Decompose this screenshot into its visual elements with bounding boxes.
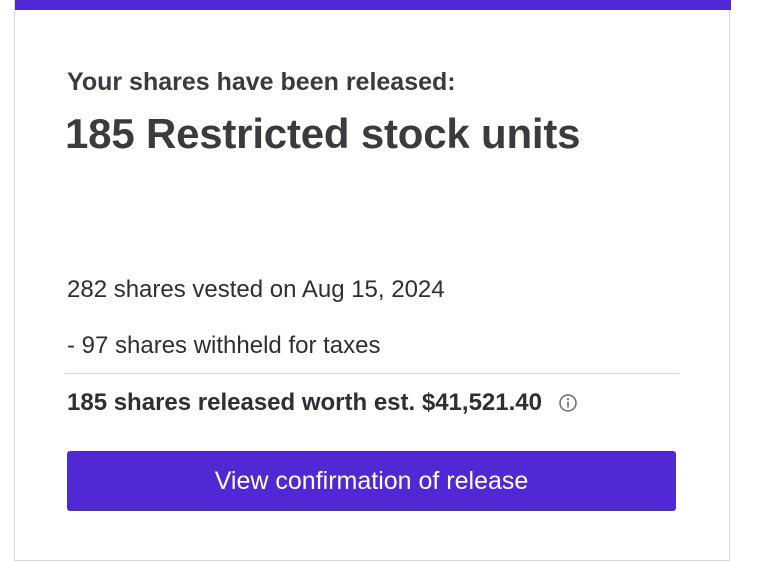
release-headline: 185 Restricted stock units <box>65 110 581 157</box>
released-total-text: 185 shares released worth est. $41,521.4… <box>67 389 542 416</box>
release-eyebrow: Your shares have been released: <box>67 68 456 96</box>
vested-shares-line: 282 shares vested on Aug 15, 2024 <box>67 276 445 303</box>
withheld-shares-line: - 97 shares withheld for taxes <box>67 332 381 359</box>
released-total-row: 185 shares released worth est. $41,521.4… <box>67 389 578 417</box>
view-confirmation-button[interactable]: View confirmation of release <box>67 451 676 511</box>
info-circle-icon[interactable] <box>558 393 578 413</box>
summary-divider <box>65 373 679 374</box>
release-card: Your shares have been released: 185 Rest… <box>14 0 731 561</box>
card-accent-bar <box>15 0 731 10</box>
